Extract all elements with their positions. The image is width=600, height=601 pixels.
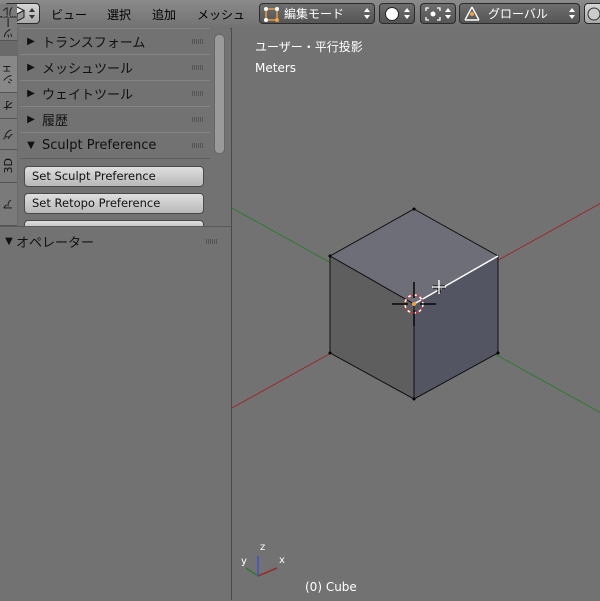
tab-shading[interactable]: シェ <box>0 56 17 93</box>
collapsed-triangle-icon: ▶ <box>27 36 35 47</box>
panel-label: ウェイトツール <box>42 88 134 103</box>
viewport-scene <box>232 202 600 577</box>
updown-arrows-icon <box>569 6 576 21</box>
panel-mesh-tools[interactable]: ▶ メッシュツール <box>20 54 210 81</box>
mode-selector[interactable]: 編集モード <box>259 3 375 24</box>
cube-vertex[interactable] <box>412 207 416 211</box>
solid-sphere-icon <box>385 6 399 21</box>
operator-region: ▼ オペレーター <box>0 226 231 601</box>
axis-label-z: z <box>260 542 266 553</box>
expanded-triangle-icon: ▼ <box>5 236 13 247</box>
pivot-point-icon <box>425 6 441 21</box>
tab-options[interactable]: オ <box>0 93 17 119</box>
3d-viewport[interactable]: ユーザー・平行投影 Meters x y z (0) Cube <box>231 28 600 600</box>
axis-label-x: x <box>279 555 285 566</box>
panel-label: 履歴 <box>42 114 69 129</box>
menu-add[interactable]: 追加 <box>152 6 176 23</box>
cube-vertex[interactable] <box>328 254 332 258</box>
drag-grip-icon[interactable] <box>192 65 204 70</box>
expanded-triangle-icon: ▼ <box>27 140 35 151</box>
tab-create[interactable]: 作成 <box>0 16 17 18</box>
extra-toggle[interactable] <box>584 3 600 24</box>
collapsed-triangle-icon: ▶ <box>27 88 35 99</box>
axis-label-y: y <box>241 556 247 567</box>
tab-3d-printing[interactable]: 3D <box>0 150 17 183</box>
cube-vertex[interactable] <box>412 397 416 401</box>
viewport-shading-selector[interactable] <box>379 3 415 24</box>
updown-arrows-icon <box>404 6 411 21</box>
tool-shelf-tabs: ツール 作成 シェ オ グ 3D ア <box>0 4 19 226</box>
view3d-header: ビュー 選択 追加 メッシュ 編集モード グローバル <box>0 0 600 29</box>
collapsed-triangle-icon: ▶ <box>27 114 35 125</box>
panel-operator[interactable]: ▼ オペレーター <box>2 229 224 254</box>
panel-label: オペレーター <box>16 236 95 251</box>
drag-grip-icon[interactable] <box>192 143 204 148</box>
orientation-selector[interactable]: グローバル <box>459 3 580 24</box>
panel-weight-tools[interactable]: ▶ ウェイトツール <box>20 80 210 107</box>
panel-label: Sculpt Preference <box>42 138 157 153</box>
updown-arrows-icon <box>445 6 452 21</box>
tab-tools[interactable]: ツール <box>0 4 17 41</box>
set-sculpt-preference-button[interactable]: Set Sculpt Preference <box>24 166 204 187</box>
cube-vertex[interactable] <box>496 351 500 355</box>
collapsed-triangle-icon: ▶ <box>27 62 35 73</box>
tool-shelf-scrollbar[interactable] <box>214 34 225 154</box>
axis-gizmo <box>245 556 278 577</box>
tab-grease-pencil[interactable]: グ <box>0 119 17 150</box>
set-retopo-preference-button[interactable]: Set Retopo Preference <box>24 193 204 214</box>
orientation-label: グローバル <box>488 7 548 21</box>
edit-mode-icon <box>264 6 279 22</box>
panel-history[interactable]: ▶ 履歴 <box>20 106 210 133</box>
menu-select[interactable]: 選択 <box>107 6 131 23</box>
panel-transform[interactable]: ▶ トランスフォーム <box>20 28 210 55</box>
sphere-icon <box>587 7 600 20</box>
panel-label: メッシュツール <box>42 62 134 77</box>
cube-vertex[interactable] <box>328 351 332 355</box>
panel-label: トランスフォーム <box>42 36 146 51</box>
menu-view[interactable]: ビュー <box>51 6 87 23</box>
updown-arrows-icon <box>364 6 371 21</box>
mode-label: 編集モード <box>284 7 345 21</box>
tool-shelf: ▶ トランスフォーム ▶ メッシュツール ▶ ウェイトツール ▶ 履歴 ▼ Sc… <box>18 28 230 226</box>
pivot-point-selector[interactable] <box>420 3 456 24</box>
drag-grip-icon[interactable] <box>206 239 218 244</box>
transform-manipulator-icon <box>464 6 480 21</box>
drag-grip-icon[interactable] <box>192 91 204 96</box>
tab-addon[interactable]: ア <box>0 183 17 226</box>
drag-grip-icon[interactable] <box>192 117 204 122</box>
panel-sculpt-preference[interactable]: ▼ Sculpt Preference <box>20 132 210 159</box>
object-info: (0) Cube <box>305 580 357 594</box>
updown-arrows-icon <box>29 6 36 21</box>
menu-mesh[interactable]: メッシュ <box>197 6 245 23</box>
drag-grip-icon[interactable] <box>192 39 204 44</box>
